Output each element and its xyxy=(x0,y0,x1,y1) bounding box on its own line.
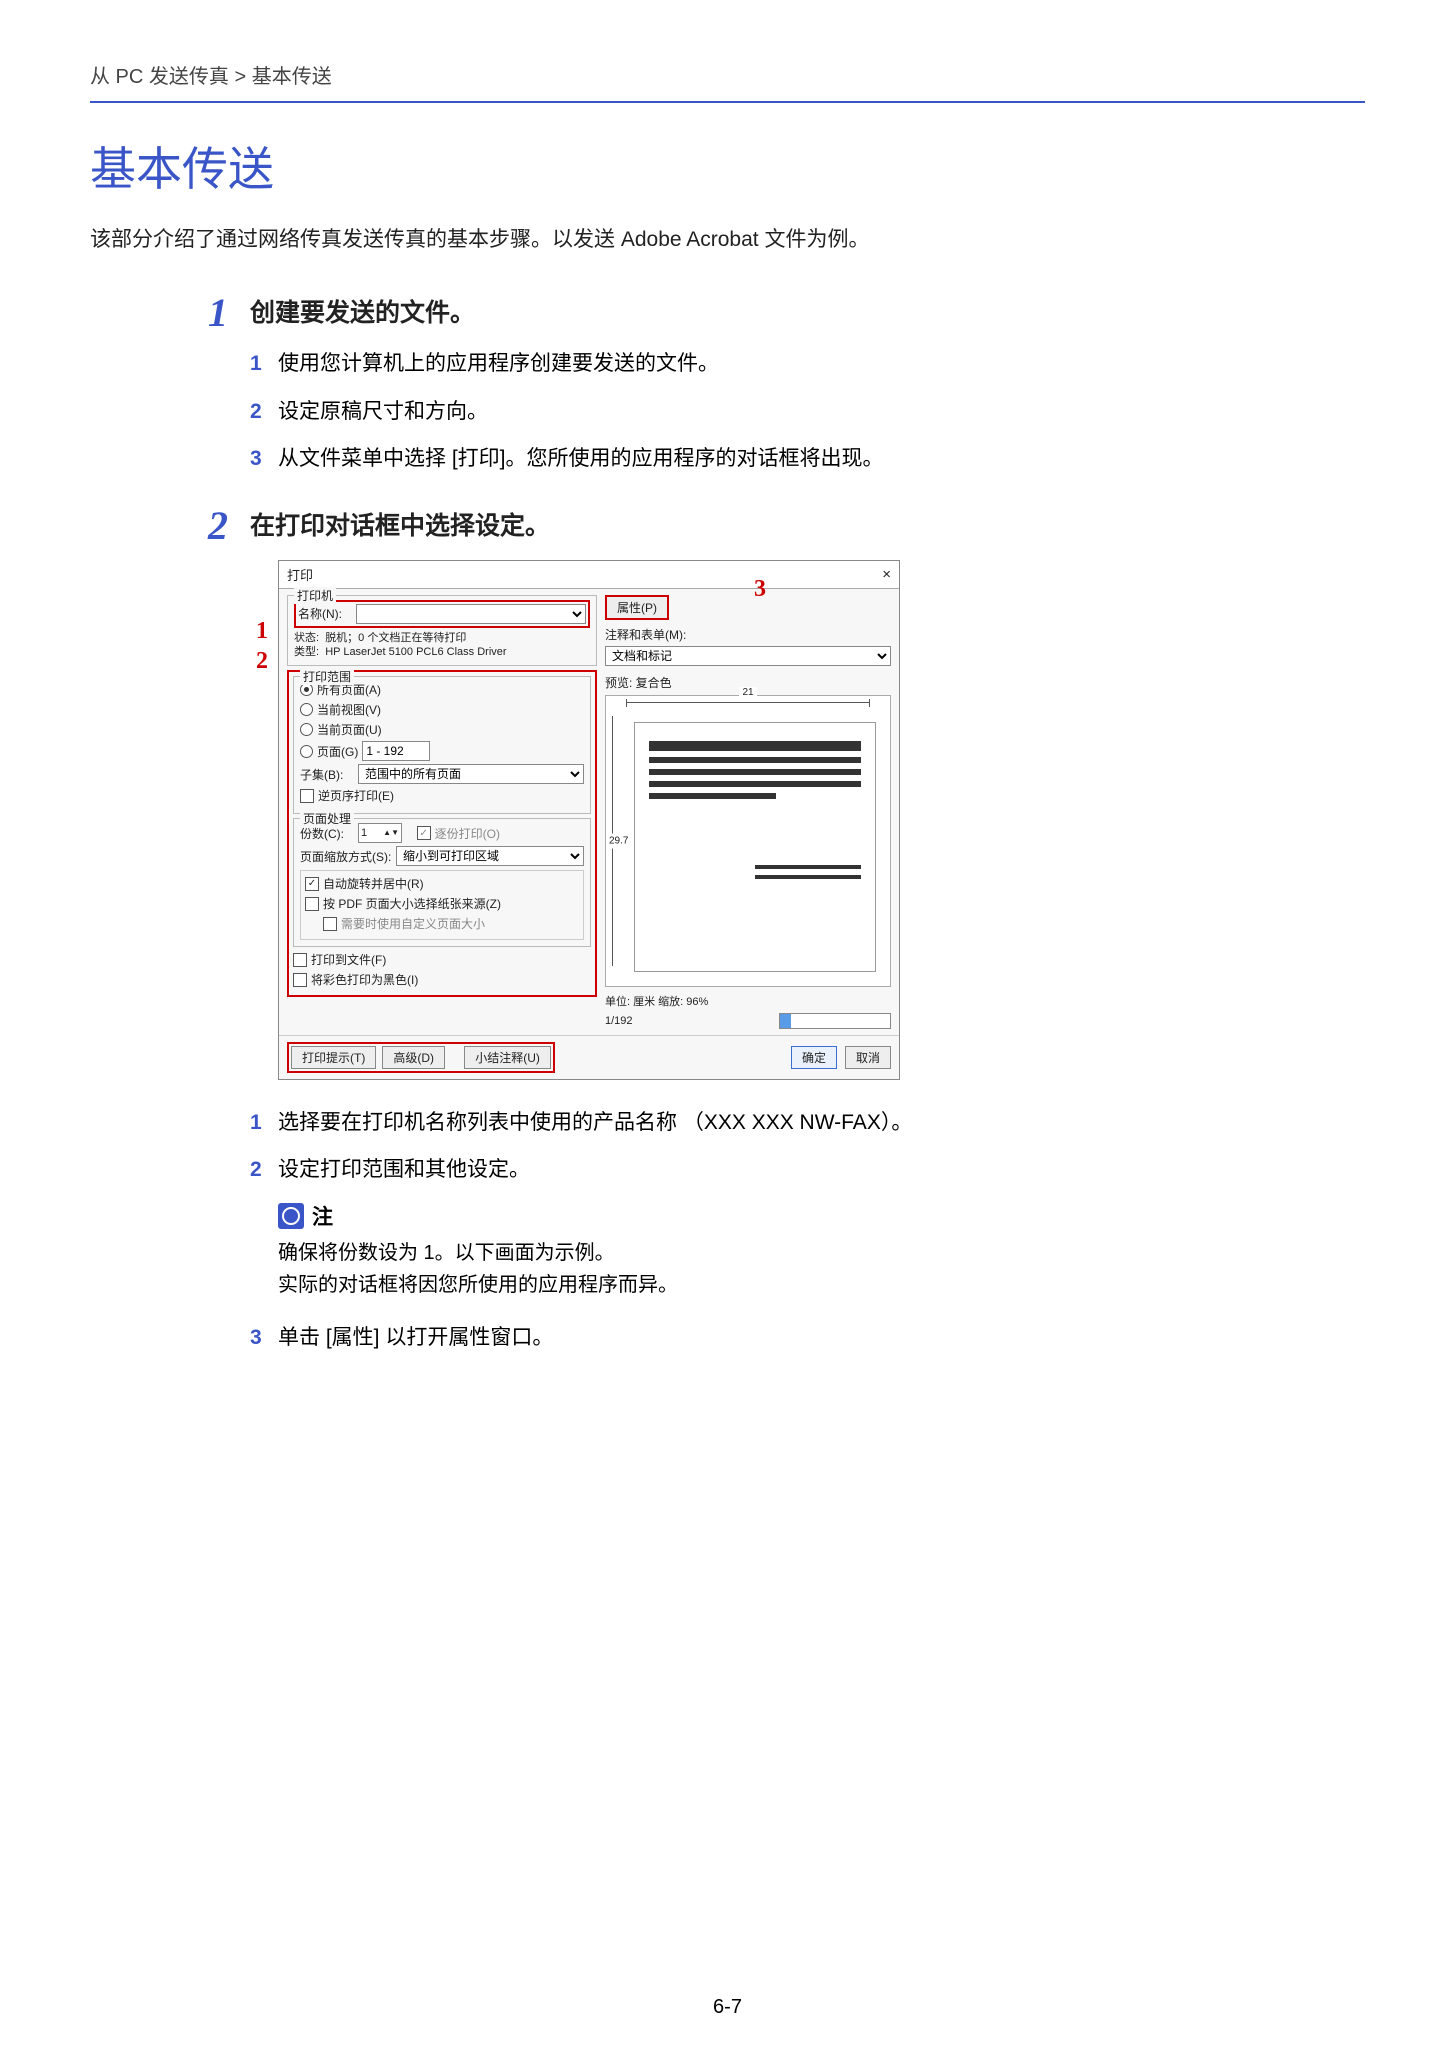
substep-text: 从文件菜单中选择 [打印]。您所使用的应用程序的对话框将出现。 xyxy=(278,442,1365,476)
substep-num: 1 xyxy=(250,1106,278,1140)
autorotate-checkbox[interactable]: ✓ xyxy=(305,877,319,891)
radio-current-page-label: 当前页面(U) xyxy=(317,721,382,738)
copies-label: 份数(C): xyxy=(300,825,354,842)
customsize-label: 需要时使用自定义页面大小 xyxy=(341,915,485,932)
subset-select[interactable]: 范围中的所有页面 xyxy=(358,764,584,784)
note-line: 实际的对话框将因您所使用的应用程序而异。 xyxy=(278,1269,1365,1301)
step-number-2: 2 xyxy=(90,506,250,1369)
radio-current-page[interactable] xyxy=(300,723,313,736)
toblack-label: 将彩色打印为黑色(I) xyxy=(311,971,418,988)
reverse-label: 逆页序打印(E) xyxy=(318,787,394,804)
intro-text: 该部分介绍了通过网络传真发送传真的基本步骤。以发送 Adobe Acrobat … xyxy=(90,223,1365,253)
breadcrumb: 从 PC 发送传真 > 基本传送 xyxy=(90,60,1365,89)
pdfsize-checkbox[interactable] xyxy=(305,897,319,911)
scale-label: 页面缩放方式(S): xyxy=(300,848,392,865)
page-number: 6-7 xyxy=(0,1996,1455,2019)
printer-name-select[interactable] xyxy=(356,604,586,624)
autorotate-label: 自动旋转并居中(R) xyxy=(323,875,424,892)
substep-num: 3 xyxy=(250,442,278,476)
summary-button[interactable]: 小结注释(U) xyxy=(464,1046,551,1069)
callout-2: 2 xyxy=(256,648,268,675)
collate-checkbox[interactable]: ✓ xyxy=(417,826,431,840)
comments-label: 注释和表单(M): xyxy=(605,626,686,643)
collate-label: 逐份打印(O) xyxy=(435,825,500,842)
callout-3: 3 xyxy=(754,576,766,603)
substep-text: 设定原稿尺寸和方向。 xyxy=(278,395,1365,429)
tofile-label: 打印到文件(F) xyxy=(311,951,386,968)
status-value: 脱机；0 个文档正在等待打印 xyxy=(325,632,466,644)
pager-text: 1/192 xyxy=(605,1015,633,1027)
page-thumbnail xyxy=(634,722,876,972)
copies-stepper[interactable]: 1▲▼ xyxy=(358,823,402,843)
cancel-button[interactable]: 取消 xyxy=(845,1046,891,1069)
substep-text: 选择要在打印机名称列表中使用的产品名称 （XXX XXX NW-FAX）。 xyxy=(278,1106,1365,1140)
status-label: 状态: xyxy=(294,632,319,644)
units-text: 单位: 厘米 缩放: 96% xyxy=(605,993,708,1009)
note-line: 确保将份数设为 1。以下画面为示例。 xyxy=(278,1237,1365,1269)
substep-text: 单击 [属性] 以打开属性窗口。 xyxy=(278,1321,1365,1355)
radio-pages[interactable] xyxy=(300,745,313,758)
substep-num: 1 xyxy=(250,347,278,381)
ok-button[interactable]: 确定 xyxy=(791,1046,837,1069)
reverse-checkbox[interactable] xyxy=(300,789,314,803)
note-head: 注 xyxy=(312,1201,333,1231)
page-title: 基本传送 xyxy=(90,133,1365,199)
radio-current-view-label: 当前视图(V) xyxy=(317,701,381,718)
divider xyxy=(90,101,1365,103)
page-progress[interactable] xyxy=(779,1013,891,1029)
pages-input[interactable] xyxy=(362,741,430,761)
toblack-checkbox[interactable] xyxy=(293,973,307,987)
name-label: 名称(N): xyxy=(298,605,352,622)
type-label: 类型: xyxy=(294,646,319,658)
step-heading: 在打印对话框中选择设定。 xyxy=(250,506,1365,542)
customsize-checkbox xyxy=(323,917,337,931)
pdfsize-label: 按 PDF 页面大小选择纸张来源(Z) xyxy=(323,895,501,912)
substep-num: 2 xyxy=(250,1153,278,1187)
step-number-1: 1 xyxy=(90,293,250,490)
close-icon[interactable]: × xyxy=(882,566,891,583)
substep-text: 设定打印范围和其他设定。 xyxy=(278,1153,1365,1187)
type-value: HP LaserJet 5100 PCL6 Class Driver xyxy=(325,646,506,658)
preview-height: 29.7 xyxy=(609,833,628,848)
group-range: 打印范围 xyxy=(300,668,354,685)
advanced-button[interactable]: 高级(D) xyxy=(382,1046,445,1069)
tofile-checkbox[interactable] xyxy=(293,953,307,967)
step-heading: 创建要发送的文件。 xyxy=(250,293,1365,329)
group-handling: 页面处理 xyxy=(300,810,354,827)
scale-select[interactable]: 缩小到可打印区域 xyxy=(396,846,584,866)
substep-num: 2 xyxy=(250,395,278,429)
subset-label: 子集(B): xyxy=(300,766,354,783)
comments-select[interactable]: 文档和标记 xyxy=(605,646,891,666)
dialog-title: 打印 xyxy=(287,565,313,584)
properties-button[interactable]: 属性(P) xyxy=(605,595,669,620)
preview-width: 21 xyxy=(739,687,756,698)
tips-button[interactable]: 打印提示(T) xyxy=(291,1046,376,1069)
group-printer: 打印机 xyxy=(294,587,336,604)
callout-1: 1 xyxy=(256,618,268,645)
substep-num: 3 xyxy=(250,1321,278,1355)
print-dialog: 打印 × 打印机 名称(N): xyxy=(278,560,900,1080)
radio-pages-label: 页面(G) xyxy=(317,743,358,760)
note-icon xyxy=(278,1203,304,1229)
preview-pane: 21 29.7 xyxy=(605,695,891,987)
radio-current-view[interactable] xyxy=(300,703,313,716)
substep-text: 使用您计算机上的应用程序创建要发送的文件。 xyxy=(278,347,1365,381)
